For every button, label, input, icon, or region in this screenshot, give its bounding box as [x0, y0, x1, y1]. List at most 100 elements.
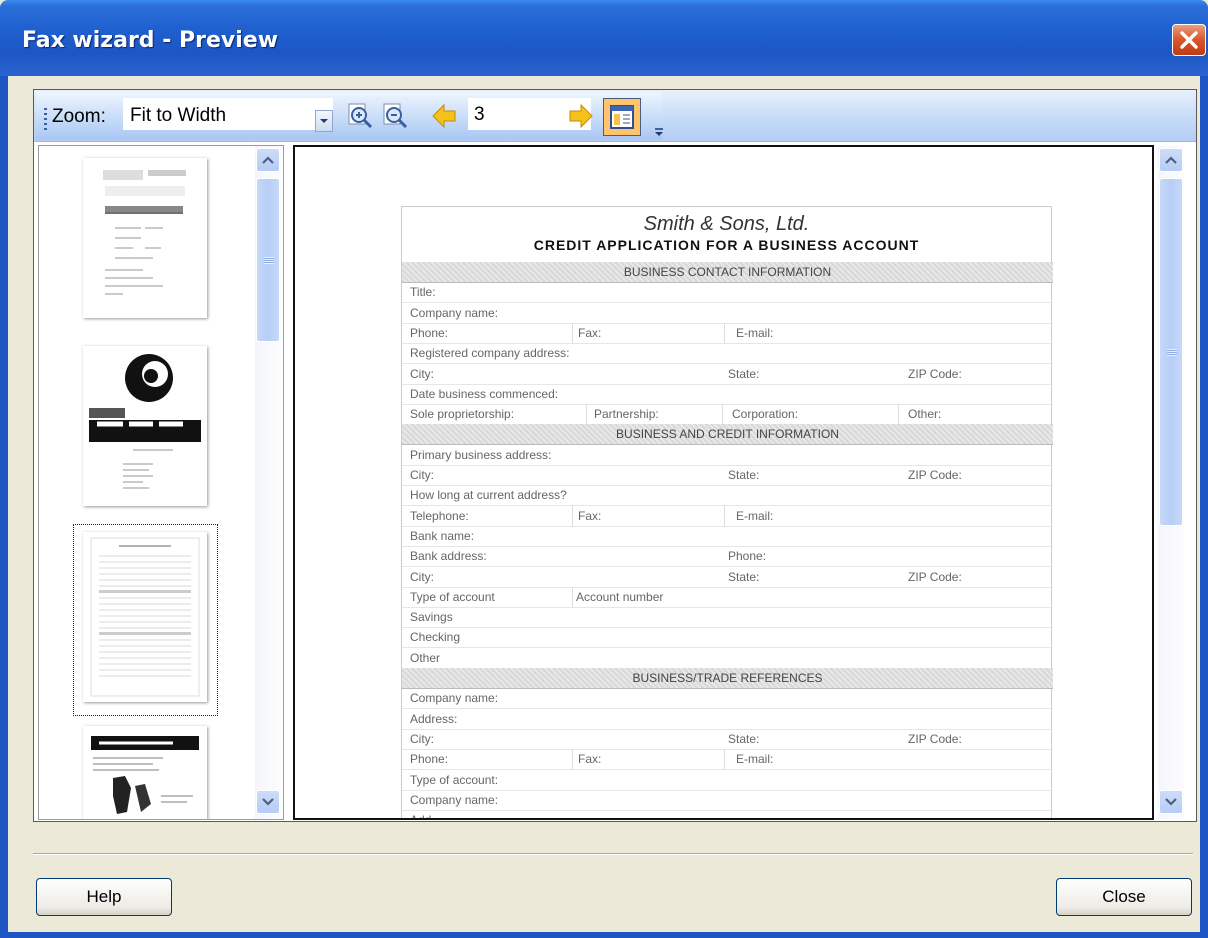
previous-page-icon[interactable]	[431, 102, 459, 130]
preview-scroll-up-button[interactable]	[1159, 148, 1183, 172]
cell-divider	[572, 749, 573, 770]
cell-divider	[724, 322, 725, 343]
cell-divider	[724, 505, 725, 526]
form-field-label: Type of account	[410, 589, 495, 604]
form-field-label: Company name:	[410, 305, 499, 320]
thumbnail-page-3[interactable]	[83, 532, 207, 702]
preview-scroll-down-button[interactable]	[1159, 790, 1183, 814]
form-section-header: BUSINESS AND CREDIT INFORMATION	[402, 424, 1053, 446]
form-field-label: Phone:	[410, 325, 449, 340]
form-field-label: ZIP Code:	[908, 731, 962, 746]
form-row: Sole proprietorship: Partnership: Corporat…	[402, 404, 1053, 426]
form-field-label: Add	[410, 813, 431, 818]
title-bar: Fax wizard - Preview	[0, 0, 1208, 76]
form-field-label: Sole proprietorship:	[410, 407, 515, 422]
help-button[interactable]: Help	[36, 878, 172, 916]
form-row: How long at current address?	[402, 485, 1053, 507]
section-title: BUSINESS CONTACT INFORMATION	[623, 265, 832, 279]
form-field-label: City:	[410, 569, 434, 584]
form-section-header: BUSINESS/TRADE REFERENCES	[402, 668, 1053, 689]
zoom-dropdown-button[interactable]	[315, 110, 333, 132]
form-field-label: Primary business address:	[410, 447, 552, 462]
cell-divider	[724, 749, 725, 770]
form-field-label: Fax:	[578, 752, 602, 767]
form-field-label: Fax:	[578, 508, 602, 523]
form-field-label: Bank name:	[410, 528, 475, 543]
zoom-out-icon[interactable]	[381, 102, 409, 130]
cell-divider	[898, 404, 899, 425]
form-row: Company name:	[402, 688, 1053, 710]
thumbnail-scroll-up-button[interactable]	[256, 148, 280, 172]
cell-divider	[572, 322, 573, 343]
preview-scroll-thumb[interactable]	[1159, 178, 1183, 526]
thumbnail-page-1-image	[103, 170, 186, 295]
form-row: Checking	[402, 627, 1053, 649]
form-field-label: Savings	[410, 610, 453, 625]
thumbnail-page-2[interactable]	[83, 346, 207, 506]
thumbnail-scrollbar[interactable]	[255, 146, 281, 819]
preview-scrollbar[interactable]	[1158, 146, 1184, 819]
window-frame-bottom	[0, 932, 1208, 938]
form-row: Title:	[402, 282, 1053, 304]
toolbar-overflow-icon[interactable]	[654, 128, 664, 138]
form-row: Primary business address:	[402, 445, 1053, 466]
form-row: Telephone: Fax: E-mail:	[402, 505, 1053, 527]
form-row: City: State: ZIP Code:	[402, 465, 1053, 486]
scroll-grip	[264, 257, 274, 264]
section-title: BUSINESS/TRADE REFERENCES	[632, 671, 823, 685]
cell-divider	[722, 404, 723, 425]
form-field-label: State:	[728, 366, 760, 381]
cell-divider	[572, 505, 573, 526]
thumbnail-page-1[interactable]	[83, 158, 207, 318]
scroll-grip	[1167, 349, 1177, 356]
form-field-label: Partnership:	[594, 407, 659, 422]
toolbar-band: Zoom: Fit to Width 3	[36, 92, 663, 140]
form-field-label: Company name:	[410, 792, 499, 807]
close-button[interactable]: Close	[1056, 878, 1192, 916]
scroll-down-icon	[1165, 798, 1177, 806]
separator	[33, 853, 1193, 855]
form-field-label: Corporation:	[732, 407, 799, 422]
window-frame-right	[1200, 76, 1208, 938]
form-field-label: Telephone:	[410, 508, 469, 523]
thumbnail-scroll-down-button[interactable]	[256, 790, 280, 814]
form-field-label: Date business commenced:	[410, 386, 559, 401]
cell-divider	[572, 586, 573, 607]
form-row: Bank name:	[402, 526, 1053, 547]
form-field-label: Other	[410, 650, 441, 665]
form-title: CREDIT APPLICATION FOR A BUSINESS ACCOUN…	[533, 237, 920, 253]
form-row: Date business commenced:	[402, 384, 1053, 405]
close-window-icon	[1180, 31, 1198, 49]
form-field-label: City:	[410, 366, 434, 381]
thumbnail-scroll-thumb[interactable]	[256, 178, 280, 342]
form-field-label: City:	[410, 731, 434, 746]
zoom-in-icon[interactable]	[346, 102, 374, 130]
form-row: Bank address: Phone:	[402, 546, 1053, 568]
form-field-label: Address:	[410, 711, 458, 726]
view-mode-button[interactable]	[603, 98, 641, 136]
form-field-label: State:	[728, 569, 760, 584]
thumbnail-page-4[interactable]	[83, 726, 207, 819]
zoom-value: Fit to Width	[130, 105, 227, 126]
chevron-down-icon	[320, 119, 328, 123]
form-field-label: Type of account:	[410, 772, 499, 787]
close-window-button[interactable]	[1172, 24, 1206, 56]
form-row: Type of account Account number	[402, 586, 1053, 608]
form-field-label: Other:	[908, 407, 942, 422]
next-page-icon[interactable]	[566, 102, 594, 130]
zoom-select[interactable]: Fit to Width	[123, 98, 333, 130]
thumbnail-page-3-image	[90, 537, 200, 697]
window-frame-left	[0, 76, 8, 938]
view-mode-icon	[610, 105, 634, 129]
cell-divider	[586, 404, 587, 425]
scroll-up-icon	[262, 156, 274, 164]
form-field-label: Phone:	[728, 549, 767, 564]
form-field-label: Company name:	[410, 691, 499, 706]
scroll-down-icon	[262, 798, 274, 806]
form-field-label: Title:	[410, 285, 436, 300]
credit-application-page: Smith & Sons, Ltd. CREDIT APPLICATION FO…	[401, 206, 1053, 818]
form-row: City: State: ZIP Code:	[402, 364, 1053, 385]
toolbar-grip[interactable]	[44, 108, 47, 130]
form-field-label: Checking	[410, 630, 461, 645]
form-row: Registered company address:	[402, 343, 1053, 365]
